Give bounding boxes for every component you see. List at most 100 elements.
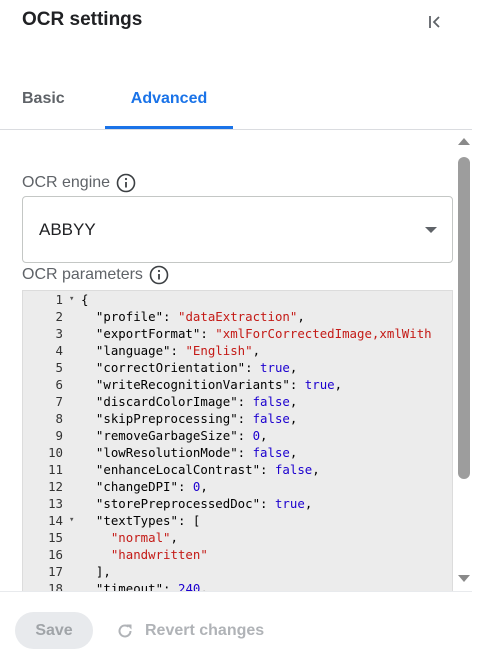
- code-line[interactable]: 14 ▾ "textTypes": [: [23, 512, 452, 529]
- code-token: "writeRecognitionVariants":: [81, 377, 305, 392]
- code-text: "lowResolutionMode": false,: [81, 444, 297, 461]
- line-number: 12: [48, 479, 63, 494]
- code-line[interactable]: 12 "changeDPI": 0,: [23, 478, 452, 495]
- line-number: 18: [48, 581, 63, 591]
- code-token: ,: [297, 309, 305, 324]
- code-text: "writeRecognitionVariants": true,: [81, 376, 342, 393]
- revert-changes-button[interactable]: Revert changes: [115, 612, 264, 649]
- code-text: "normal",: [81, 529, 178, 546]
- code-token: "profile":: [81, 309, 178, 324]
- scroll-up-arrow-icon[interactable]: [458, 138, 470, 145]
- code-line[interactable]: 18 "timeout": 240,: [23, 580, 452, 591]
- line-number: 6: [55, 377, 63, 392]
- code-line[interactable]: 2 "profile": "dataExtraction",: [23, 308, 452, 325]
- code-token: "textTypes":: [81, 513, 193, 528]
- code-text: "storePreprocessedDoc": true,: [81, 495, 312, 512]
- code-text: "timeout": 240,: [81, 580, 208, 591]
- code-line[interactable]: 6 "writeRecognitionVariants": true,: [23, 376, 452, 393]
- code-line[interactable]: 10 "lowResolutionMode": false,: [23, 444, 452, 461]
- line-number: 15: [48, 530, 63, 545]
- code-token: "language":: [81, 343, 186, 358]
- code-token: ],: [81, 564, 111, 579]
- line-number: 13: [48, 496, 63, 511]
- code-token: "enhanceLocalContrast":: [81, 462, 275, 477]
- code-token: "storePreprocessedDoc":: [81, 496, 275, 511]
- code-line[interactable]: 8 "skipPreprocessing": false,: [23, 410, 452, 427]
- code-token: "dataExtraction": [177, 309, 298, 324]
- ocr-engine-label: OCR engine: [22, 173, 136, 193]
- code-line[interactable]: 5 "correctOrientation": true,: [23, 359, 452, 376]
- code-text: "profile": "dataExtraction",: [81, 308, 305, 325]
- scrollbar-thumb[interactable]: [458, 157, 470, 479]
- code-token: ,: [200, 581, 208, 591]
- tab-advanced[interactable]: Advanced: [105, 78, 233, 129]
- code-text: {: [81, 291, 88, 308]
- settings-scroll-area: OCR engine ABBYY OCR parameters 1 ▾{2 "pr…: [0, 131, 472, 591]
- fold-arrow-icon[interactable]: ▾: [67, 512, 81, 529]
- code-line[interactable]: 17 ],: [23, 563, 452, 580]
- code-text: "correctOrientation": true,: [81, 359, 297, 376]
- code-token: "correctOrientation":: [81, 360, 261, 375]
- chevron-down-icon: [425, 227, 437, 233]
- code-text: "textTypes": [: [81, 512, 200, 529]
- code-token: ,: [289, 445, 298, 460]
- revert-icon: [118, 623, 132, 637]
- code-line[interactable]: 9 "removeGarbageSize": 0,: [23, 427, 452, 444]
- line-number: 7: [55, 394, 63, 409]
- code-token: ,: [260, 428, 268, 443]
- line-number: 2: [55, 309, 63, 324]
- ocr-parameters-label: OCR parameters: [22, 265, 169, 285]
- code-token: 0: [252, 428, 261, 443]
- code-token: ,: [304, 496, 313, 511]
- code-token: ,: [312, 462, 320, 477]
- code-line[interactable]: 11 "enhanceLocalContrast": false,: [23, 461, 452, 478]
- line-number: 8: [55, 411, 63, 426]
- code-line[interactable]: 1 ▾{: [23, 291, 452, 308]
- fold-arrow-icon[interactable]: ▾: [67, 291, 81, 308]
- line-number: 17: [48, 564, 63, 579]
- code-line[interactable]: 4 "language": "English",: [23, 342, 452, 359]
- collapse-panel-icon: [429, 16, 440, 28]
- code-line[interactable]: 16 "handwritten": [23, 546, 452, 563]
- code-token: false: [274, 462, 313, 477]
- line-number: 16: [48, 547, 63, 562]
- code-token: "skipPreprocessing":: [81, 411, 253, 426]
- footer-actions: Save Revert changes: [0, 591, 472, 665]
- code-token: "normal": [81, 530, 171, 545]
- code-token: {: [81, 292, 89, 307]
- line-number: 1: [55, 292, 63, 307]
- ocr-engine-label-text: OCR engine: [22, 174, 111, 191]
- code-token: false: [252, 394, 290, 409]
- ocr-engine-select[interactable]: ABBYY: [22, 196, 453, 263]
- code-token: "lowResolutionMode":: [81, 445, 253, 460]
- line-number: 11: [48, 462, 63, 477]
- code-text: "enhanceLocalContrast": false,: [81, 461, 320, 478]
- code-line[interactable]: 15 "normal",: [23, 529, 452, 546]
- scroll-down-arrow-icon[interactable]: [458, 575, 470, 582]
- ocr-parameters-label-text: OCR parameters: [22, 266, 143, 283]
- code-text: "handwritten": [81, 546, 208, 563]
- code-token: true: [274, 496, 305, 511]
- code-line[interactable]: 13 "storePreprocessedDoc": true,: [23, 495, 452, 512]
- collapse-panel-button[interactable]: [423, 10, 447, 34]
- save-button[interactable]: Save: [15, 612, 93, 649]
- tab-basic[interactable]: Basic: [22, 78, 65, 129]
- info-icon[interactable]: [149, 265, 169, 285]
- ocr-parameters-editor[interactable]: 1 ▾{2 "profile": "dataExtraction", 3 "expo…: [22, 290, 453, 591]
- info-icon[interactable]: [116, 173, 136, 193]
- code-line[interactable]: 7 "discardColorImage": false,: [23, 393, 452, 410]
- line-number: 14: [48, 513, 63, 528]
- code-line[interactable]: 3 "exportFormat": "xmlForCorrectedImage,…: [23, 325, 452, 342]
- code-token: true: [260, 360, 290, 375]
- vertical-scrollbar[interactable]: [455, 131, 472, 591]
